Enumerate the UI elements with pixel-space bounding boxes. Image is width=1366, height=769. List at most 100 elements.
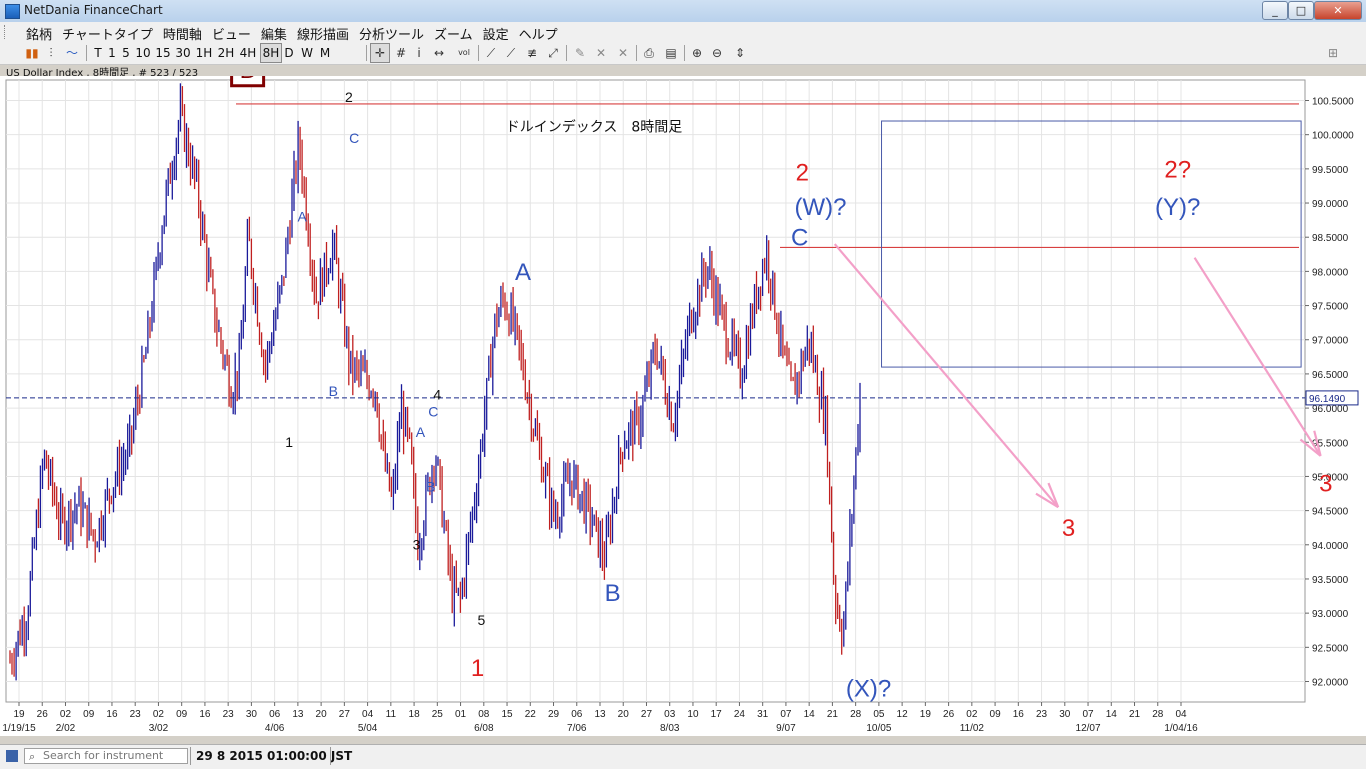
menu-item[interactable]: 線形描画	[297, 28, 349, 43]
volume-icon[interactable]: vol	[454, 44, 474, 62]
x-tick-label: 14	[1106, 709, 1118, 720]
period-button-4h[interactable]: 4H	[238, 44, 258, 62]
x-tick-label: 19	[13, 709, 25, 720]
fit-icon[interactable]: ⇕	[732, 44, 748, 62]
fibonacci-icon[interactable]: ≢	[524, 44, 540, 62]
wave-label: 3	[1319, 471, 1332, 498]
menu-item[interactable]: 編集	[261, 28, 287, 43]
delete-all-icon[interactable]: ✕	[614, 44, 632, 62]
x-tick-label: 02	[60, 709, 72, 720]
toolbar-separator	[566, 45, 567, 61]
period-button-5[interactable]: 5	[120, 44, 132, 62]
x-tick-label: 07	[780, 709, 792, 720]
menu-item[interactable]: ヘルプ	[519, 28, 558, 43]
wave-label: (X)?	[846, 676, 891, 703]
crosshair-icon[interactable]: ✛	[370, 43, 390, 63]
period-button-w[interactable]: W	[298, 44, 316, 62]
grid-icon[interactable]: #	[394, 44, 408, 62]
x-tick-label: 04	[362, 709, 374, 720]
y-tick-label: 92.0000	[1312, 677, 1349, 688]
y-tick-label: 94.5000	[1312, 507, 1349, 518]
line-chart-icon[interactable]: 〜	[64, 44, 80, 62]
y-tick-label: 93.5000	[1312, 575, 1349, 586]
info-icon[interactable]: i	[414, 44, 424, 62]
period-button-t[interactable]: T	[92, 44, 104, 62]
print-preview-icon[interactable]: ▤	[664, 44, 678, 62]
period-button-2h[interactable]: 2H	[216, 44, 236, 62]
window-title: NetDania FinanceChart	[24, 3, 163, 17]
app-status-icon	[6, 750, 18, 762]
toolbar-separator	[636, 45, 637, 61]
search-icon: ⌕	[29, 750, 36, 763]
menu-item[interactable]: 時間軸	[163, 28, 202, 43]
menu-item[interactable]: ビュー	[212, 28, 251, 43]
channel-icon[interactable]: ⤢	[546, 44, 560, 62]
x-tick-label: 26	[37, 709, 49, 720]
x-tick-label: 11	[386, 709, 397, 720]
menu-item[interactable]: 分析ツール	[359, 28, 424, 43]
y-tick-label: 100.5000	[1312, 97, 1354, 108]
menu-item[interactable]: チャートタイプ	[62, 28, 153, 43]
x-tick-label: 07	[1082, 709, 1094, 720]
x-tick-label: 09	[176, 709, 188, 720]
y-tick-label: 98.0000	[1312, 267, 1349, 278]
period-button-10[interactable]: 10	[134, 44, 152, 62]
candlestick-icon[interactable]: ▮▮	[24, 44, 40, 62]
zoom-in-icon[interactable]: ⊕	[690, 44, 704, 62]
x-tick-label: 17	[711, 709, 723, 720]
x-tick-label: 27	[339, 709, 351, 720]
price-chart[interactable]: 19 26 02 09 16 23 02 09 16 23 30 06 13 20 27 04 11 18 25 01…	[0, 54, 1366, 736]
chart-area[interactable]: 19 26 02 09 16 23 02 09 16 23 30 06 13 20 27 04 11 18 25 01…	[0, 54, 1366, 736]
x-tick-label: 22	[525, 709, 537, 720]
x-month-label: 1/19/15	[2, 723, 36, 734]
menu-item[interactable]: ズーム	[434, 28, 473, 43]
x-tick-label: 06	[571, 709, 583, 720]
y-tick-label: 97.0000	[1312, 336, 1349, 347]
maximize-button[interactable]: □	[1288, 1, 1314, 20]
search-placeholder: Search for instrument	[43, 749, 164, 762]
x-tick-label: 05	[873, 709, 885, 720]
minimize-button[interactable]: _	[1262, 1, 1288, 20]
app-icon	[5, 4, 20, 19]
period-button-8h[interactable]: 8H	[260, 43, 282, 63]
pin-icon[interactable]: ⊞	[1324, 44, 1342, 62]
menu-item[interactable]: 設定	[483, 28, 509, 43]
period-button-15[interactable]: 15	[154, 44, 172, 62]
x-tick-label: 13	[594, 709, 606, 720]
period-button-30[interactable]: 30	[174, 44, 192, 62]
x-tick-label: 27	[641, 709, 653, 720]
zoom-out-icon[interactable]: ⊖	[710, 44, 724, 62]
period-button-1[interactable]: 1	[106, 44, 118, 62]
wave-label: A	[298, 209, 308, 225]
wave-label: C	[349, 130, 359, 146]
x-month-label: 11/02	[960, 723, 985, 734]
x-month-label: 3/02	[149, 723, 169, 734]
wave-label: 2?	[1164, 156, 1191, 183]
delete-icon[interactable]: ✕	[594, 44, 608, 62]
period-button-m[interactable]: M	[318, 44, 332, 62]
x-month-label: 2/02	[56, 723, 76, 734]
search-input[interactable]: ⌕ Search for instrument	[24, 748, 188, 764]
pen-icon[interactable]: ✎	[572, 44, 588, 62]
period-button-1h[interactable]: 1H	[194, 44, 214, 62]
wave-label: 2	[796, 160, 809, 187]
x-tick-label: 02	[966, 709, 978, 720]
chart-title: ドルインデックス 8時間足	[506, 118, 683, 135]
status-bar: ⌕ Search for instrument 29 8 2015 01:00:…	[0, 744, 1366, 769]
scroll-icon[interactable]: ↔	[432, 44, 446, 62]
x-tick-label: 30	[246, 709, 258, 720]
x-tick-label: 31	[757, 709, 769, 720]
trendline-icon[interactable]: ⟋	[484, 44, 498, 62]
ray-icon[interactable]: ⟋	[504, 44, 518, 62]
menu-item[interactable]: 銘柄	[26, 28, 52, 43]
x-month-label: 12/07	[1076, 723, 1101, 734]
close-button[interactable]: ✕	[1314, 1, 1362, 20]
x-tick-label: 15	[501, 709, 513, 720]
wave-label: 2	[345, 89, 353, 105]
bar-chart-icon[interactable]: ⫶	[44, 44, 58, 62]
print-icon[interactable]: ⎙	[642, 44, 656, 62]
x-tick-label: 23	[223, 709, 235, 720]
y-tick-label: 93.0000	[1312, 609, 1349, 620]
x-tick-label: 30	[1059, 709, 1071, 720]
period-button-d[interactable]: D	[282, 44, 296, 62]
